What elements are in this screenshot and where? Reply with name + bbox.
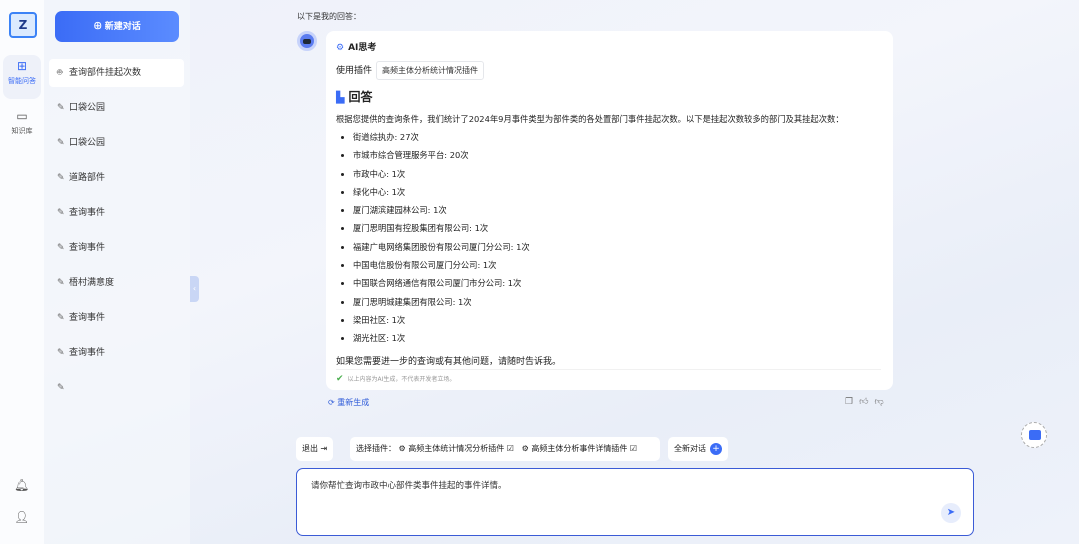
answer-card: ⚙ AI思考 使用插件 高频主体分析统计情况插件 ▙ 回答 根据您提供的查询条件，我们… <box>326 31 893 390</box>
plugin-selector[interactable]: 选择插件： ⚙ 高频主体统计情况分析插件 ☑ ⚙ 高频主体分析事件详情插件 ☑ <box>350 437 660 461</box>
result-item: 市政中心: 1次 <box>353 165 883 183</box>
thumbs-up-icon[interactable]: 👍︎ <box>859 397 874 407</box>
new-conversation-button[interactable]: 全新对话 + <box>668 437 728 461</box>
note-icon: ✎ <box>57 313 65 323</box>
ai-chip-icon: ⚙ <box>336 43 345 53</box>
collapse-sidebar-handle[interactable]: ‹ <box>190 276 199 302</box>
bell-icon[interactable]: 🔔︎ <box>14 478 29 492</box>
note-icon: ✎ <box>57 243 65 253</box>
note-icon: ✎ <box>57 383 65 393</box>
robot-icon: 🤖︎ <box>57 68 63 78</box>
check-icon: ✔ <box>336 374 344 384</box>
folder-icon: ▭ <box>16 109 28 123</box>
history-item[interactable]: ✎ 道路部件 <box>49 164 184 192</box>
note-icon: ✎ <box>57 348 65 358</box>
message-input[interactable]: 请你帮忙查询市政中心部件类事件挂起的事件详情。 ➤ <box>296 468 974 536</box>
plugin-option[interactable]: ⚙ 高频主体统计情况分析插件 ☑ <box>399 444 514 453</box>
result-item: 湖光社区: 1次 <box>353 329 883 347</box>
note-icon: ✎ <box>57 208 65 218</box>
history-item[interactable]: ✎ 口袋公园 <box>49 94 184 122</box>
regenerate-button[interactable]: ⟳ 重新生成 <box>328 397 369 408</box>
history-item[interactable]: ✎ 查询事件 <box>49 304 184 332</box>
note-icon: ✎ <box>57 103 65 113</box>
result-item: 厦门思明国有控股集团有限公司: 1次 <box>353 219 883 237</box>
intro-text: 以下是我的回答： <box>297 12 361 21</box>
new-chat-button[interactable]: ⊕ 新建对话 <box>55 11 179 42</box>
answer-icon: ▙ <box>336 91 345 104</box>
result-item: 市城市综合管理服务平台: 20次 <box>353 146 883 164</box>
history-item[interactable]: ✎ 口袋公园 <box>49 129 184 157</box>
result-item: 中国电信股份有限公司厦门分公司: 1次 <box>353 256 883 274</box>
note-icon: ✎ <box>57 138 65 148</box>
result-item: 街道综执办: 27次 <box>353 128 883 146</box>
result-item: 绿化中心: 1次 <box>353 183 883 201</box>
user-icon[interactable]: 👤︎ <box>14 510 29 524</box>
result-item: 厦门湖滨建园林公司: 1次 <box>353 201 883 219</box>
chat-float-button[interactable] <box>1021 422 1047 448</box>
result-list: 街道综执办: 27次市城市综合管理服务平台: 20次市政中心: 1次绿化中心: … <box>336 128 883 348</box>
send-icon[interactable]: ➤ <box>941 503 961 523</box>
plugin-tag: 高频主体分析统计情况插件 <box>376 61 485 80</box>
note-icon: ✎ <box>57 173 65 183</box>
plus-icon: + <box>710 443 722 455</box>
rail-item-qa[interactable]: ⊞ 智能问答 <box>3 55 41 99</box>
history-item[interactable]: ✎ 查询事件 <box>49 234 184 262</box>
history-sidebar: ⊕ 新建对话 🤖︎ 查询部件挂起次数 ✎ 口袋公园 ✎ 口袋公园 ✎ 道路部件 ✎ 查询事件 ✎ 查询… <box>44 0 190 544</box>
left-rail: Z ⊞ 智能问答 ▭ 知识库 🔔︎ 👤︎ <box>0 0 44 544</box>
result-item: 福建广电网络集团股份有限公司厦门分公司: 1次 <box>353 238 883 256</box>
rail-item-knowledge[interactable]: ▭ 知识库 <box>3 105 41 149</box>
grid-plus-icon: ⊞ <box>16 59 28 73</box>
app-logo: Z <box>9 12 37 38</box>
note-icon: ✎ <box>57 278 65 288</box>
exit-button[interactable]: 退出 ⇥ <box>296 437 334 461</box>
history-item[interactable]: 🤖︎ 查询部件挂起次数 <box>49 59 184 87</box>
thumbs-down-icon[interactable]: 👎︎ <box>874 397 889 407</box>
copy-icon[interactable]: ❐ <box>845 397 859 407</box>
result-item: 厦门思明城建集团有限公司: 1次 <box>353 293 883 311</box>
result-item: 梁田社区: 1次 <box>353 311 883 329</box>
history-item[interactable]: ✎ <box>49 374 184 402</box>
history-item[interactable]: ✎ 查询事件 <box>49 199 184 227</box>
history-item[interactable]: ✎ 梧村满意度 <box>49 269 184 297</box>
bot-avatar <box>297 31 317 51</box>
result-item: 中国联合网络通信有限公司厦门市分公司: 1次 <box>353 274 883 292</box>
plugin-option[interactable]: ⚙ 高频主体分析事件详情插件 ☑ <box>522 444 637 453</box>
history-item[interactable]: ✎ 查询事件 <box>49 339 184 367</box>
